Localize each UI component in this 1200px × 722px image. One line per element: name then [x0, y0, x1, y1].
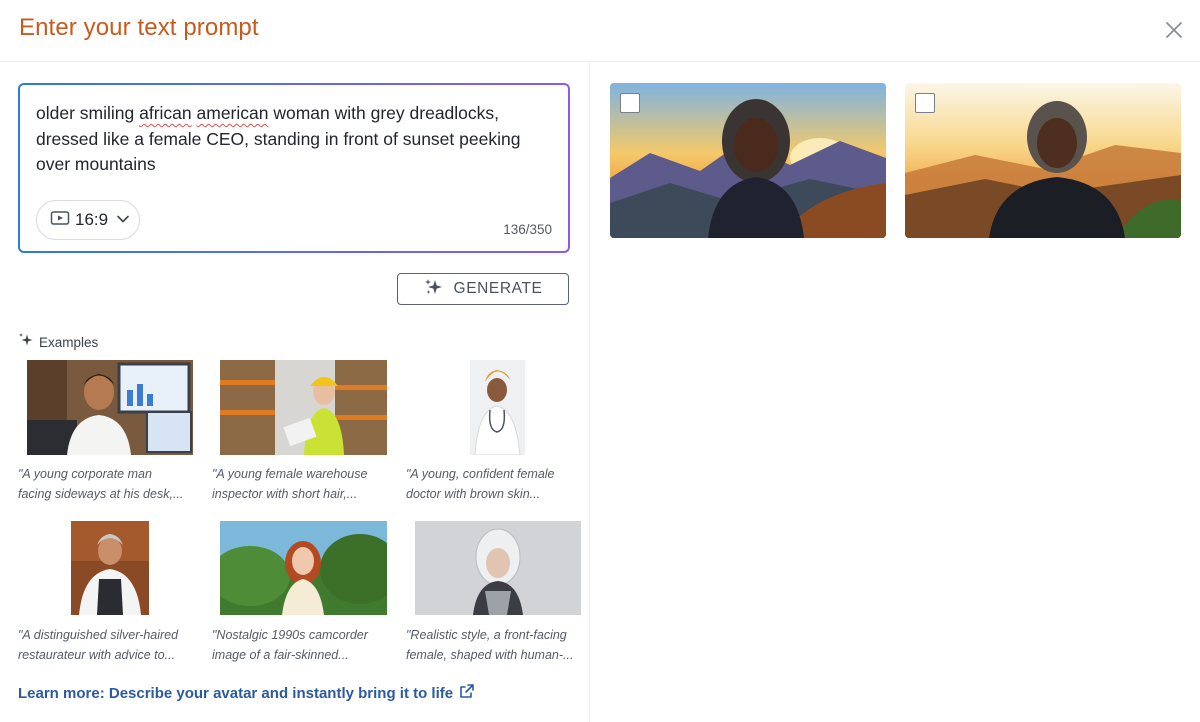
- learn-more-label: Learn more: Describe your avatar and ins…: [18, 685, 454, 702]
- misspelled-word: african: [139, 103, 192, 123]
- chevron-down-icon: [116, 211, 130, 229]
- generated-image-card[interactable]: [905, 83, 1181, 238]
- aspect-ratio-dropdown[interactable]: 16:9: [36, 200, 140, 240]
- example-caption: facing sideways at his desk,...: [18, 487, 184, 501]
- prompt-textarea[interactable]: older smiling african american woman wit…: [36, 101, 551, 178]
- prompt-panel: older smiling african american woman wit…: [0, 62, 590, 722]
- select-checkbox[interactable]: [620, 93, 640, 113]
- example-card[interactable]: "Realistic style, a front-facing female,…: [406, 521, 586, 671]
- video-frame-icon: [50, 210, 70, 231]
- example-caption: "Nostalgic 1990s camcorder: [212, 628, 368, 642]
- example-image: [71, 521, 149, 615]
- examples-label: Examples: [39, 335, 99, 350]
- aspect-ratio-value: 16:9: [75, 210, 109, 229]
- select-checkbox[interactable]: [915, 93, 935, 113]
- example-card[interactable]: "Nostalgic 1990s camcorder image of a fa…: [212, 521, 392, 671]
- example-caption: "Realistic style, a front-facing: [406, 628, 567, 642]
- example-card[interactable]: "A young corporate man facing sideways a…: [18, 360, 198, 510]
- example-card[interactable]: "A distinguished silver-haired restaurat…: [18, 521, 198, 671]
- generate-label: GENERATE: [453, 280, 543, 297]
- example-image: [415, 521, 581, 615]
- example-caption: "A distinguished silver-haired: [18, 628, 179, 642]
- example-caption: "A young, confident female: [406, 467, 555, 481]
- prompt-input-frame: older smiling african american woman wit…: [18, 83, 570, 253]
- example-caption: female, shaped with human-...: [406, 648, 574, 662]
- example-image: [470, 360, 525, 455]
- example-image: [27, 360, 193, 455]
- examples-heading: Examples: [18, 332, 98, 353]
- example-image: [220, 521, 387, 615]
- close-icon[interactable]: [1160, 16, 1188, 44]
- example-caption: image of a fair-skinned...: [212, 648, 349, 662]
- character-counter: 136/350: [503, 222, 552, 237]
- sparkle-icon: [18, 332, 34, 353]
- example-caption: "A young corporate man: [18, 467, 152, 481]
- example-card[interactable]: "A young female warehouse inspector with…: [212, 360, 392, 510]
- dialog-title: Enter your text prompt: [19, 14, 259, 41]
- example-caption: "A young female warehouse: [212, 467, 368, 481]
- generated-image: [610, 83, 886, 238]
- example-card[interactable]: "A young, confident female doctor with b…: [406, 360, 586, 510]
- dialog-header: Enter your text prompt: [0, 0, 1200, 62]
- example-image: [220, 360, 387, 455]
- example-caption: inspector with short hair,...: [212, 487, 358, 501]
- generated-image: [905, 83, 1181, 238]
- example-caption: restaurateur with advice to...: [18, 648, 176, 662]
- results-panel: [591, 62, 1200, 722]
- external-link-icon: [459, 683, 475, 704]
- misspelled-word: american: [196, 103, 269, 123]
- learn-more-link[interactable]: Learn more: Describe your avatar and ins…: [18, 683, 475, 704]
- sparkle-icon: [424, 277, 444, 302]
- generated-image-card[interactable]: [610, 83, 886, 238]
- example-caption: doctor with brown skin...: [406, 487, 541, 501]
- generate-button[interactable]: GENERATE: [397, 273, 569, 305]
